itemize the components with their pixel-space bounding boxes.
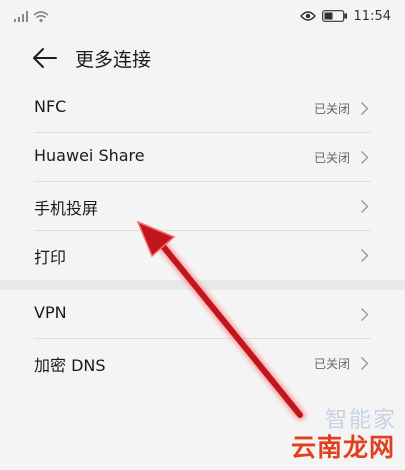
vpn-row[interactable]: VPN <box>0 290 405 339</box>
huawei-share-row[interactable]: Huawei Share 已关闭 <box>0 133 405 182</box>
settings-list: NFC 已关闭 Huawei Share 已关闭 手机投屏 打印 VPN 加密 … <box>0 84 405 388</box>
back-arrow-icon[interactable] <box>30 46 60 70</box>
row-label: NFC <box>34 97 67 116</box>
status-bar: 11:54 <box>0 0 405 32</box>
row-status: 已关闭 <box>313 357 350 371</box>
row-label: 手机投屏 <box>34 199 99 218</box>
chevron-right-icon <box>361 249 369 262</box>
screen-projection-row[interactable]: 手机投屏 <box>0 182 405 231</box>
chevron-right-icon <box>361 200 369 213</box>
battery-icon <box>321 10 347 22</box>
print-row[interactable]: 打印 <box>0 231 405 280</box>
row-label: 加密 DNS <box>34 356 106 375</box>
row-label: Huawei Share <box>34 146 145 165</box>
chevron-right-icon <box>361 102 369 115</box>
section-divider <box>0 280 405 290</box>
row-status: 已关闭 <box>313 151 350 165</box>
signal-icon <box>14 11 49 23</box>
chevron-right-icon <box>361 357 369 370</box>
clock: 11:54 <box>353 8 391 24</box>
wifi-icon <box>33 11 49 23</box>
chevron-right-icon <box>361 151 369 164</box>
app-bar: 更多连接 <box>0 32 405 84</box>
encrypted-dns-row[interactable]: 加密 DNS 已关闭 <box>0 339 405 388</box>
row-label: VPN <box>34 303 67 322</box>
status-right: 11:54 <box>299 8 391 24</box>
chevron-right-icon <box>361 308 369 321</box>
watermark-site: 云南龙网 <box>290 433 395 462</box>
row-label: 打印 <box>34 248 67 267</box>
nfc-row[interactable]: NFC 已关闭 <box>0 84 405 133</box>
page-title: 更多连接 <box>75 49 152 71</box>
row-status: 已关闭 <box>313 102 350 116</box>
eye-icon <box>299 11 316 21</box>
